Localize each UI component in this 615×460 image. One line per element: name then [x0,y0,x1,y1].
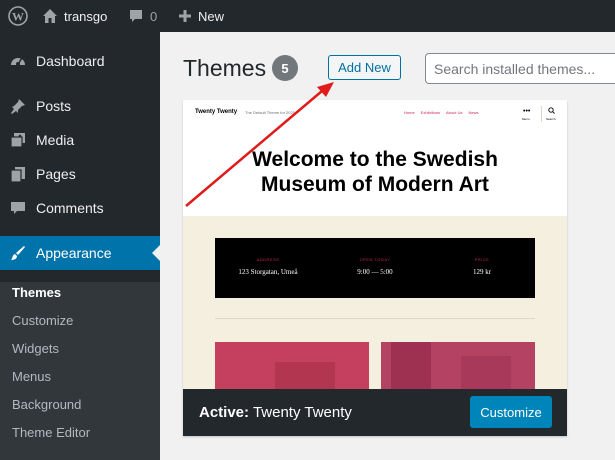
preview-info-bar: ADDRESS 123 Storgatan, Umeå OPEN TODAY 9… [215,238,535,298]
preview-icon-divider [541,106,542,122]
ellipsis-icon: ••• [523,108,531,115]
admin-bar: W transgo 0 New [0,0,615,32]
menu-pages-label: Pages [36,166,76,182]
media-icon [0,131,36,149]
menu-dashboard-label: Dashboard [36,53,105,69]
info-label: OPEN TODAY [359,257,391,262]
preview-site-title: Twenty Twenty [195,109,238,115]
comment-bubble-icon [130,10,142,22]
preview-separator [215,318,535,319]
add-new-theme-button[interactable]: Add New [328,55,401,80]
brush-icon [0,244,36,262]
info-price: PRICE 129 kr [429,238,535,298]
submenu-theme-editor[interactable]: Theme Editor [12,425,90,440]
info-label: ADDRESS [256,257,280,262]
menu-media-label: Media [36,132,75,148]
preview-headline: Welcome to the Swedish Museum of Modern … [252,148,498,196]
preview-artwork-right [381,342,535,390]
info-open-today: OPEN TODAY 9:00 — 5:00 [322,238,428,298]
plus-icon [179,10,191,22]
info-value: 123 Storgatan, Umeå [238,268,298,276]
active-prefix: Active: [199,404,250,421]
comments-count: 0 [150,8,158,24]
svg-text:W: W [12,10,24,24]
preview-site-description: The Default Theme for 2020 [245,110,295,115]
menu-comments-label: Comments [36,200,104,216]
preview-nav: Home Exhibitions About Us News [404,110,478,115]
preview-nav-item: News [468,110,479,115]
preview-menu-label: Menu [522,117,530,121]
site-home-link[interactable]: transgo [42,0,107,32]
customize-button[interactable]: Customize [470,396,552,428]
menu-media[interactable]: Media [0,123,160,157]
menu-pages[interactable]: Pages [0,157,160,191]
active-theme-name: Twenty Twenty [252,404,352,421]
new-label: New [198,8,225,24]
search-icon [548,107,555,116]
theme-screenshot: Twenty Twenty The Default Theme for 2020… [183,100,567,390]
theme-card-footer: Active: Twenty Twenty Customize [183,389,567,436]
preview-search-label: Search [546,117,556,121]
admin-sidebar: Dashboard Posts Media Pages Comments App… [0,32,160,460]
wordpress-logo-button[interactable]: W [0,0,36,32]
comments-link[interactable]: 0 [128,0,157,32]
page-title: Themes [183,55,267,81]
menu-posts-label: Posts [36,98,72,114]
submenu-themes[interactable]: Themes [12,285,61,300]
home-icon [43,9,57,23]
menu-dashboard[interactable]: Dashboard [0,44,160,78]
comment-icon [0,199,36,217]
preview-header-icons: ••• Menu Search [521,106,561,122]
menu-comments[interactable]: Comments [0,191,160,225]
active-theme-label: Active: Twenty Twenty [199,404,352,421]
pages-icon [0,165,36,183]
submenu-customize[interactable]: Customize [12,313,73,328]
theme-preview-header: Twenty Twenty The Default Theme for 2020… [183,100,567,216]
submenu-menus[interactable]: Menus [12,369,51,384]
pin-icon [0,97,36,115]
preview-nav-item: Exhibitions [420,110,441,115]
submenu-widgets[interactable]: Widgets [12,341,59,356]
preview-artwork-left [215,342,369,390]
theme-card-twenty-twenty[interactable]: Twenty Twenty The Default Theme for 2020… [183,100,567,436]
info-address: ADDRESS 123 Storgatan, Umeå [215,238,321,298]
menu-appearance-label: Appearance [36,245,112,261]
info-label: PRICE [474,257,490,262]
theme-count-badge: 5 [272,55,298,81]
preview-nav-item: Home [404,110,415,115]
info-value: 9:00 — 5:00 [357,268,393,276]
preview-nav-item: About Us [446,110,463,115]
appearance-submenu: Themes Customize Widgets Menus Backgroun… [0,282,160,460]
submenu-background[interactable]: Background [12,397,81,412]
new-content-button[interactable]: New [178,0,224,32]
menu-appearance[interactable]: Appearance [0,236,160,270]
info-value: 129 kr [472,268,492,276]
dashboard-icon [0,52,36,70]
search-themes-input[interactable]: Search installed themes... [425,53,615,84]
menu-posts[interactable]: Posts [0,89,160,123]
wordpress-icon: W [8,6,28,26]
site-name: transgo [64,8,108,24]
